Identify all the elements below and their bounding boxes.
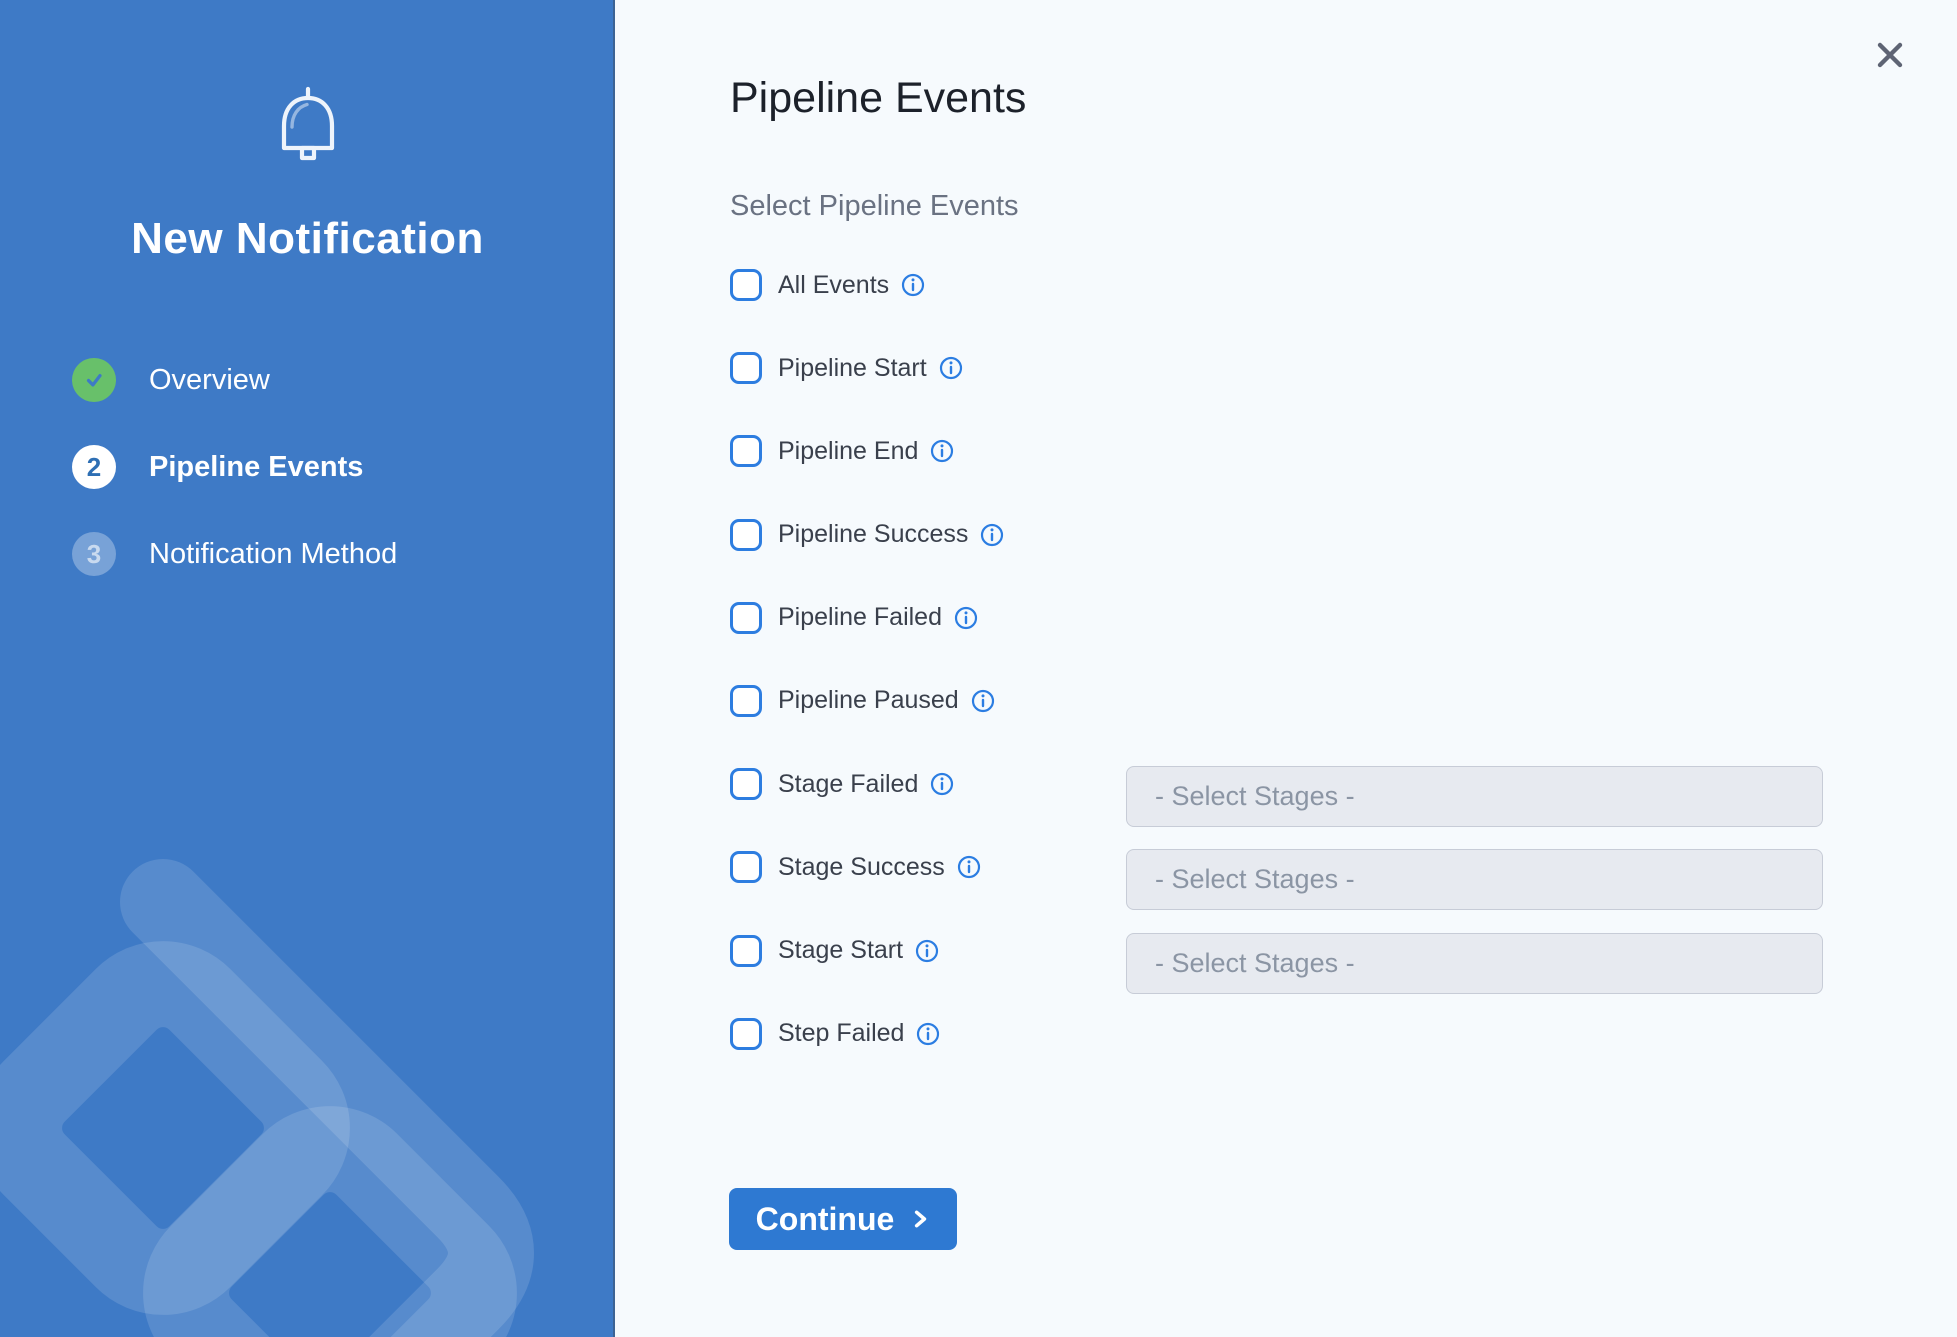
event-row-stage-failed: Stage Failed [730,768,1004,800]
wizard-title: New Notification [0,214,615,264]
section-label: Select Pipeline Events [730,190,1019,223]
step-done-check-icon [72,358,116,402]
event-checkbox[interactable] [730,435,762,467]
select-stages-input-stage-start[interactable]: - Select Stages - [1126,933,1823,994]
event-row-pipeline-failed: Pipeline Failed [730,602,1004,634]
info-icon[interactable] [916,1022,940,1046]
page-title: Pipeline Events [730,74,1026,123]
info-icon[interactable] [915,939,939,963]
event-row-pipeline-paused: Pipeline Paused [730,685,1004,717]
step-label: Overview [149,364,270,397]
info-icon[interactable] [930,439,954,463]
event-checkbox[interactable] [730,768,762,800]
select-stages-input-stage-failed[interactable]: - Select Stages - [1126,766,1823,827]
event-row-pipeline-start: Pipeline Start [730,352,1004,384]
event-label: Pipeline End [778,437,918,466]
event-checkbox[interactable] [730,602,762,634]
pipeline-events-panel: Pipeline Events Select Pipeline Events A… [615,0,1957,1337]
chevron-right-icon [910,1209,930,1229]
sidebar-step-pipeline-events[interactable]: 2 Pipeline Events [72,445,397,489]
event-label: All Events [778,271,889,300]
event-checkbox[interactable] [730,519,762,551]
event-list: All Events Pipeline Start Pipeline End [730,269,1004,1101]
info-icon[interactable] [930,772,954,796]
wizard-steps: Overview 2 Pipeline Events 3 Notificatio… [72,358,397,619]
sidebar-step-notification-method[interactable]: 3 Notification Method [72,532,397,576]
select-stages-input-stage-success[interactable]: - Select Stages - [1126,849,1823,910]
event-checkbox[interactable] [730,269,762,301]
event-checkbox[interactable] [730,352,762,384]
continue-button[interactable]: Continue [729,1188,957,1250]
wizard-sidebar: New Notification Overview 2 Pipeline Eve… [0,0,615,1337]
event-label: Step Failed [778,1019,904,1048]
step-label: Notification Method [149,538,397,571]
new-notification-modal: { "sidebar": { "title": "New Notificatio… [0,0,1957,1337]
info-icon[interactable] [939,356,963,380]
notification-bell-icon [276,86,340,162]
event-label: Stage Success [778,853,945,882]
event-row-stage-success: Stage Success [730,851,1004,883]
step-indicator: 3 [72,532,116,576]
event-checkbox[interactable] [730,685,762,717]
info-icon[interactable] [980,523,1004,547]
event-row-pipeline-end: Pipeline End [730,435,1004,467]
event-label: Pipeline Success [778,520,968,549]
event-row-stage-start: Stage Start [730,935,1004,967]
info-icon[interactable] [954,606,978,630]
info-icon[interactable] [971,689,995,713]
event-checkbox[interactable] [730,935,762,967]
step-indicator: 2 [72,445,116,489]
event-checkbox[interactable] [730,851,762,883]
event-label: Pipeline Start [778,354,927,383]
info-icon[interactable] [901,273,925,297]
brand-watermark-logo [0,0,615,1337]
event-checkbox[interactable] [730,1018,762,1050]
step-label: Pipeline Events [149,451,363,484]
event-label: Pipeline Failed [778,603,942,632]
event-row-all-events: All Events [730,269,1004,301]
event-label: Stage Start [778,936,903,965]
close-icon[interactable] [1873,38,1907,72]
continue-label: Continue [756,1201,895,1238]
event-row-step-failed: Step Failed [730,1018,1004,1050]
sidebar-step-overview[interactable]: Overview [72,358,397,402]
event-label: Pipeline Paused [778,686,959,715]
event-row-pipeline-success: Pipeline Success [730,519,1004,551]
info-icon[interactable] [957,855,981,879]
event-label: Stage Failed [778,770,918,799]
